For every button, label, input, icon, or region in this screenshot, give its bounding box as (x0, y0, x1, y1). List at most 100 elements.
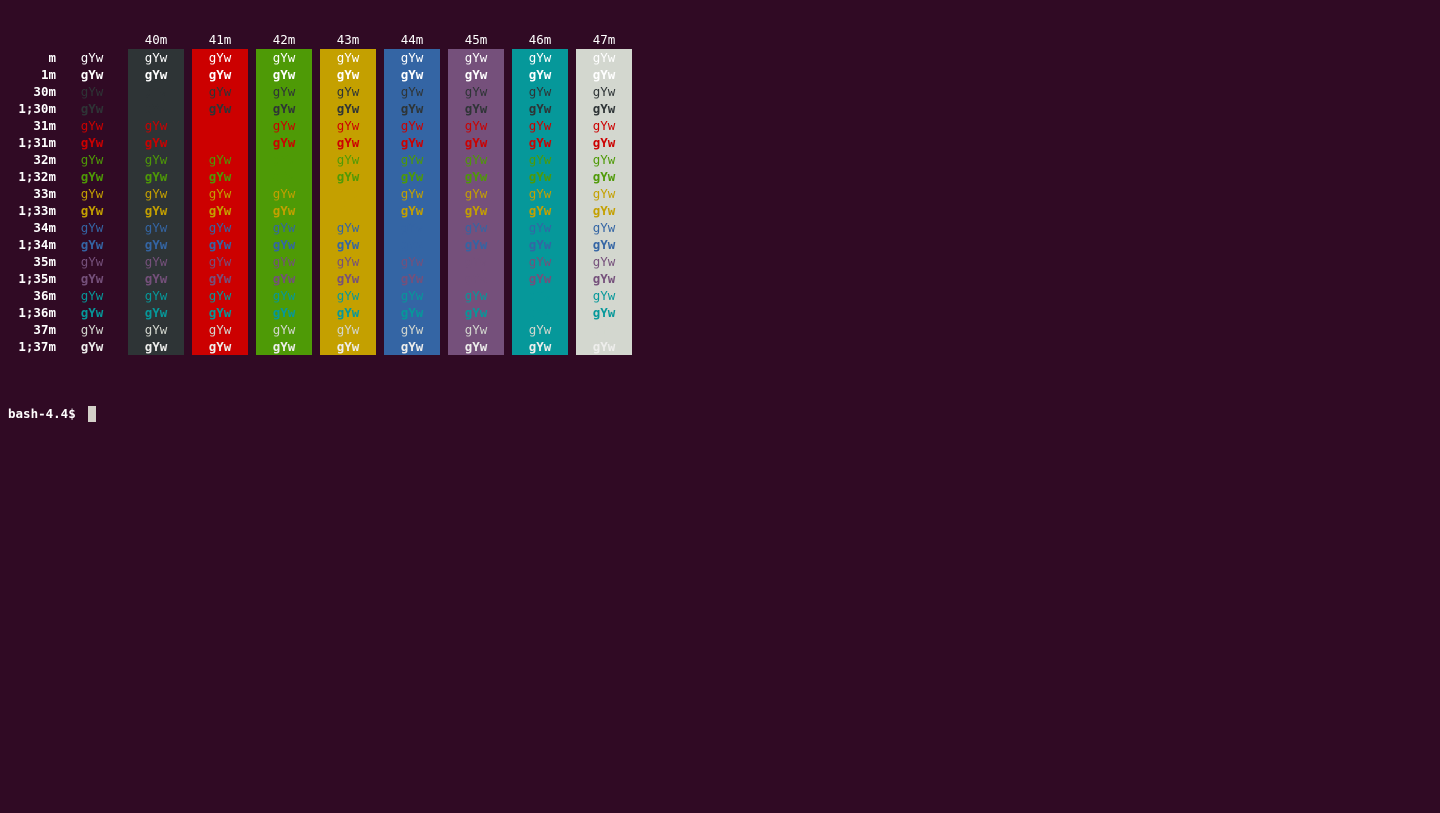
color-sample-cell: gYw (80, 254, 104, 269)
color-sample-cell: gYw (400, 305, 424, 320)
color-sample-cell: gYw (592, 101, 616, 116)
row-label: 1m (40, 67, 56, 82)
color-sample-cell: gYw (144, 186, 168, 201)
color-sample-cell: gYw (592, 254, 616, 269)
color-sample-cell: gYw (592, 67, 616, 82)
color-sample-cell: gYw (400, 169, 424, 184)
row-label: 1;34m (18, 237, 56, 252)
color-sample-cell: gYw (272, 237, 296, 252)
color-sample-cell: gYw (208, 339, 232, 354)
color-sample-cell: gYw (592, 305, 616, 320)
color-sample-cell: gYw (208, 220, 232, 235)
column-header: 46m (528, 32, 552, 47)
color-sample-cell: gYw (208, 135, 232, 150)
color-sample-cell: gYw (80, 220, 104, 235)
color-sample-cell: gYw (336, 203, 360, 218)
color-sample-cell: gYw (144, 237, 168, 252)
color-sample-cell: gYw (144, 220, 168, 235)
row-label: 1;36m (18, 305, 56, 320)
color-sample-cell: gYw (80, 50, 104, 65)
color-sample-cell: gYw (208, 288, 232, 303)
row-label: 30m (33, 84, 56, 99)
color-sample-cell: gYw (336, 237, 360, 252)
color-sample-cell: gYw (336, 135, 360, 150)
color-sample-cell: gYw (528, 186, 552, 201)
row-label: 1;31m (18, 135, 56, 150)
column-header: 42m (272, 32, 296, 47)
row-label: 35m (33, 254, 56, 269)
color-sample-cell: gYw (80, 237, 104, 252)
color-sample-cell: gYw (208, 237, 232, 252)
color-sample-cell: gYw (144, 203, 168, 218)
color-sample-cell: gYw (528, 50, 552, 65)
color-sample-cell: gYw (336, 118, 360, 133)
color-sample-cell: gYw (464, 220, 488, 235)
row-label: m (48, 50, 56, 65)
color-sample-cell: gYw (464, 339, 488, 354)
color-sample-cell: gYw (528, 322, 552, 337)
color-sample-cell: gYw (592, 339, 616, 354)
color-sample-cell: gYw (144, 50, 168, 65)
text-cursor[interactable] (88, 406, 96, 422)
color-sample-cell: gYw (528, 84, 552, 99)
color-sample-cell: gYw (592, 186, 616, 201)
color-sample-cell: gYw (80, 135, 104, 150)
color-sample-cell: gYw (272, 339, 296, 354)
color-sample-cell: gYw (272, 305, 296, 320)
color-sample-cell: gYw (80, 84, 104, 99)
color-sample-cell: gYw (336, 322, 360, 337)
color-sample-cell: gYw (80, 101, 104, 116)
color-sample-cell: gYw (464, 203, 488, 218)
color-sample-cell: gYw (464, 322, 488, 337)
color-sample-cell: gYw (400, 50, 424, 65)
color-sample-cell: gYw (400, 322, 424, 337)
row-label: 1;30m (18, 101, 56, 116)
color-sample-cell: gYw (528, 237, 552, 252)
color-sample-cell: gYw (208, 322, 232, 337)
color-sample-cell: gYw (208, 169, 232, 184)
color-sample-cell: gYw (336, 101, 360, 116)
color-sample-cell: gYw (336, 288, 360, 303)
color-sample-cell: gYw (592, 50, 616, 65)
color-sample-cell: gYw (464, 101, 488, 116)
row-label: 1;35m (18, 271, 56, 286)
color-sample-cell: gYw (400, 118, 424, 133)
color-sample-cell: gYw (80, 203, 104, 218)
color-sample-cell: gYw (144, 169, 168, 184)
color-sample-cell: gYw (144, 322, 168, 337)
color-sample-cell: gYw (400, 288, 424, 303)
color-sample-cell: gYw (336, 254, 360, 269)
color-sample-cell: gYw (400, 67, 424, 82)
color-sample-cell: gYw (464, 305, 488, 320)
color-sample-cell: gYw (464, 169, 488, 184)
color-sample-cell: gYw (592, 271, 616, 286)
color-sample-cell: gYw (400, 152, 424, 167)
color-sample-cell: gYw (336, 339, 360, 354)
row-label: 34m (33, 220, 56, 235)
color-sample-cell: gYw (272, 186, 296, 201)
color-sample-cell: gYw (592, 288, 616, 303)
column-header: 45m (464, 32, 488, 47)
color-sample-cell: gYw (528, 254, 552, 269)
color-sample-cell: gYw (144, 118, 168, 133)
color-sample-cell: gYw (80, 152, 104, 167)
color-sample-cell: gYw (272, 118, 296, 133)
color-sample-cell: gYw (528, 339, 552, 354)
color-sample-cell: gYw (272, 152, 296, 167)
color-sample-cell: gYw (464, 135, 488, 150)
color-sample-cell: gYw (144, 84, 168, 99)
column-header: 47m (592, 32, 616, 47)
column-header: 44m (400, 32, 424, 47)
color-sample-cell: gYw (336, 50, 360, 65)
color-sample-cell: gYw (592, 84, 616, 99)
color-sample-cell: gYw (336, 186, 360, 201)
color-sample-cell: gYw (464, 271, 488, 286)
color-sample-cell: gYw (144, 339, 168, 354)
terminal-window[interactable]: 40m 41m 42m 43m 44m 45m 46m 47m m gYw gYw gYw gYw gYw… (0, 0, 1440, 813)
color-sample-cell: gYw (528, 67, 552, 82)
column-header: 41m (208, 32, 232, 47)
color-sample-cell: gYw (336, 305, 360, 320)
color-sample-cell: gYw (272, 220, 296, 235)
color-sample-cell: gYw (144, 135, 168, 150)
color-sample-cell: gYw (272, 135, 296, 150)
